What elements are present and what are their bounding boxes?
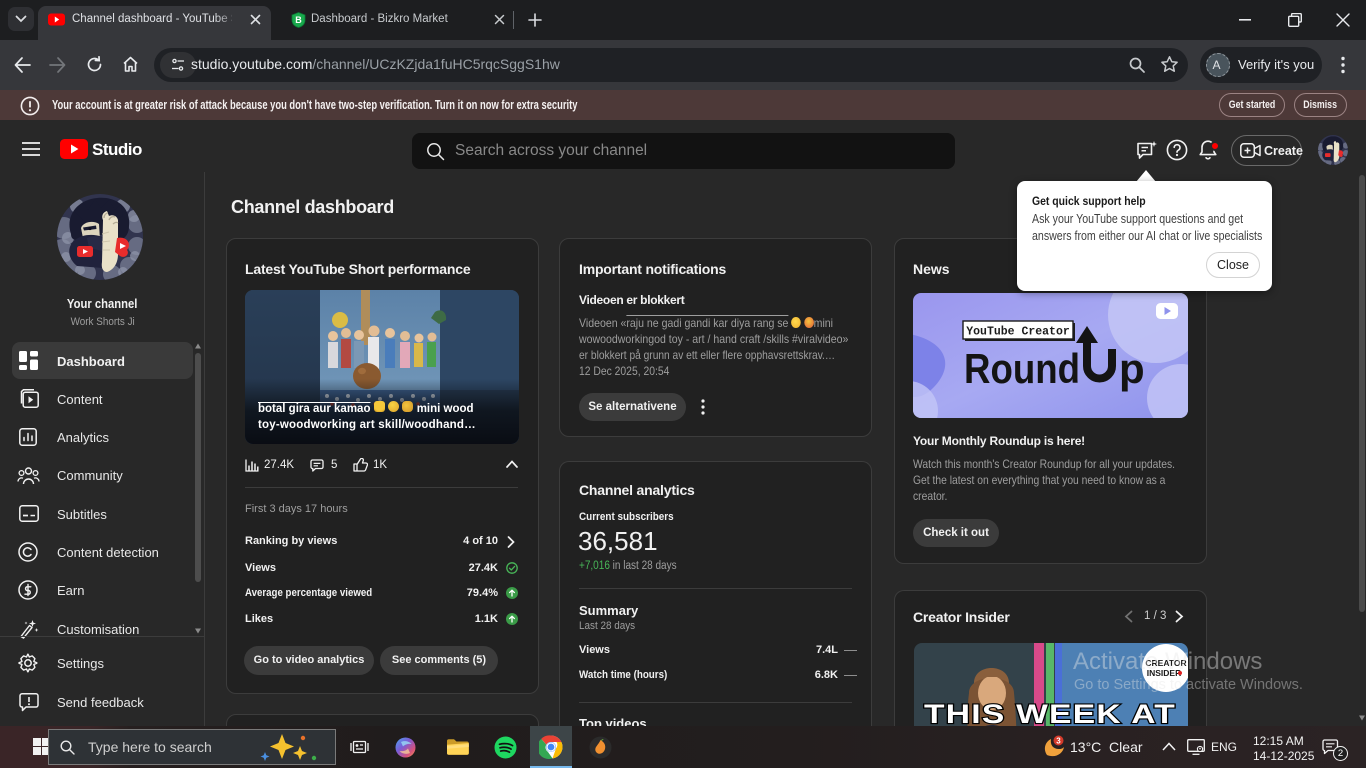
svg-text:B: B (295, 15, 302, 25)
svg-text:3: 3 (1056, 737, 1061, 746)
svg-text:Round: Round (964, 345, 1080, 392)
svg-text:THIS WEEK AT: THIS WEEK AT (924, 699, 1176, 729)
svg-text:YouTube Creator: YouTube Creator (966, 326, 1070, 339)
svg-text:p: p (1119, 345, 1145, 392)
